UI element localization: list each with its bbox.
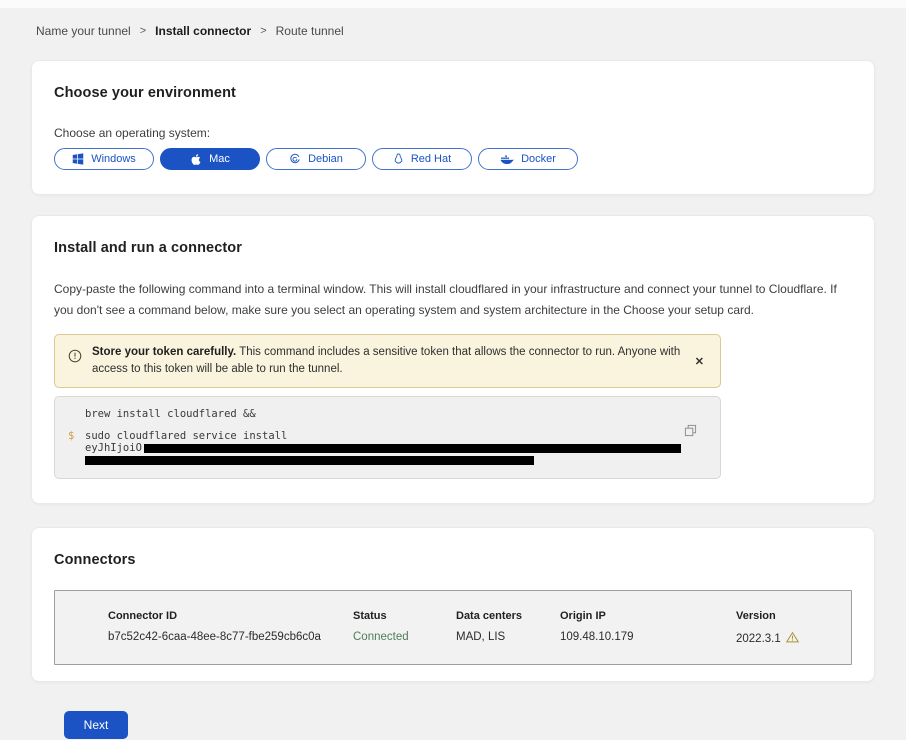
os-button-label: Windows xyxy=(91,153,136,165)
terminal-line-sudo: sudo cloudflared service install xyxy=(85,431,706,442)
os-button-debian[interactable]: Debian xyxy=(266,148,366,170)
terminal-command-block: brew install cloudflared && $ sudo cloud… xyxy=(54,396,721,479)
column-header-origin-ip: Origin IP xyxy=(560,610,736,622)
terminal-line-brew: brew install cloudflared && xyxy=(85,409,706,420)
os-button-redhat[interactable]: Red Hat xyxy=(372,148,472,170)
breadcrumb-separator: > xyxy=(260,25,266,37)
close-icon[interactable]: ✕ xyxy=(691,353,708,370)
install-description: Copy-paste the following command into a … xyxy=(54,279,850,321)
next-button[interactable]: Next xyxy=(64,711,128,739)
os-button-label: Red Hat xyxy=(411,153,451,165)
breadcrumb-step-route-tunnel[interactable]: Route tunnel xyxy=(276,24,344,38)
redacted-token-bar xyxy=(144,444,681,453)
column-header-status: Status xyxy=(353,610,456,622)
copy-icon[interactable] xyxy=(684,424,697,440)
connectors-card-title: Connectors xyxy=(54,552,852,568)
connectors-table: Connector ID Status Data centers Origin … xyxy=(54,590,852,665)
page-body: Choose your environment Choose an operat… xyxy=(0,60,906,739)
column-header-version: Version xyxy=(736,610,835,622)
os-button-mac[interactable]: Mac xyxy=(160,148,260,170)
version-number: 2022.3.1 xyxy=(736,633,781,645)
environment-card: Choose your environment Choose an operat… xyxy=(31,60,875,195)
breadcrumb-separator: > xyxy=(140,25,146,37)
apple-icon xyxy=(190,153,202,166)
windows-icon xyxy=(72,153,84,165)
redhat-icon xyxy=(393,153,404,166)
column-header-data-centers: Data centers xyxy=(456,610,560,622)
status-badge: Connected xyxy=(353,631,456,646)
terminal-command-body: sudo cloudflared service install eyJhIjo… xyxy=(85,431,706,465)
column-header-connector-id: Connector ID xyxy=(108,610,353,622)
os-button-label: Docker xyxy=(521,153,556,165)
version-value: 2022.3.1 xyxy=(736,631,835,646)
os-button-windows[interactable]: Windows xyxy=(54,148,154,170)
breadcrumb-step-install-connector[interactable]: Install connector xyxy=(155,24,251,38)
os-select-label: Choose an operating system: xyxy=(54,126,852,140)
token-warning-title: Store your token carefully. xyxy=(92,346,236,358)
warning-triangle-icon xyxy=(786,631,799,646)
alert-circle-icon xyxy=(68,349,82,368)
terminal-prompt: $ xyxy=(68,431,85,465)
install-card: Install and run a connector Copy-paste t… xyxy=(31,215,875,504)
connectors-table-grid: Connector ID Status Data centers Origin … xyxy=(55,591,851,664)
docker-icon xyxy=(500,154,514,165)
install-card-title: Install and run a connector xyxy=(54,240,852,256)
breadcrumb: Name your tunnel > Install connector > R… xyxy=(0,8,906,38)
debian-icon xyxy=(289,153,301,165)
breadcrumb-step-name-tunnel[interactable]: Name your tunnel xyxy=(36,24,131,38)
os-button-label: Debian xyxy=(308,153,343,165)
token-warning-banner: Store your token carefully. This command… xyxy=(54,334,721,388)
footer: Next xyxy=(31,682,875,739)
token-prefix: eyJhIjoiO xyxy=(85,443,142,454)
data-centers-value: MAD, LIS xyxy=(456,631,560,646)
token-warning-text: Store your token carefully. This command… xyxy=(92,344,681,378)
environment-card-title: Choose your environment xyxy=(54,85,852,101)
redacted-token-bar xyxy=(85,456,534,465)
connectors-card: Connectors Connector ID Status Data cent… xyxy=(31,527,875,682)
os-button-group: Windows Mac Debian Red Hat xyxy=(54,148,852,170)
terminal-token-line: eyJhIjoiO xyxy=(85,443,706,454)
terminal-command-row: $ sudo cloudflared service install eyJhI… xyxy=(68,431,706,465)
connector-id-value: b7c52c42-6caa-48ee-8c77-fbe259cb6c0a xyxy=(108,631,353,646)
os-button-label: Mac xyxy=(209,153,230,165)
origin-ip-value: 109.48.10.179 xyxy=(560,631,736,646)
os-button-docker[interactable]: Docker xyxy=(478,148,578,170)
top-strip xyxy=(0,0,906,8)
